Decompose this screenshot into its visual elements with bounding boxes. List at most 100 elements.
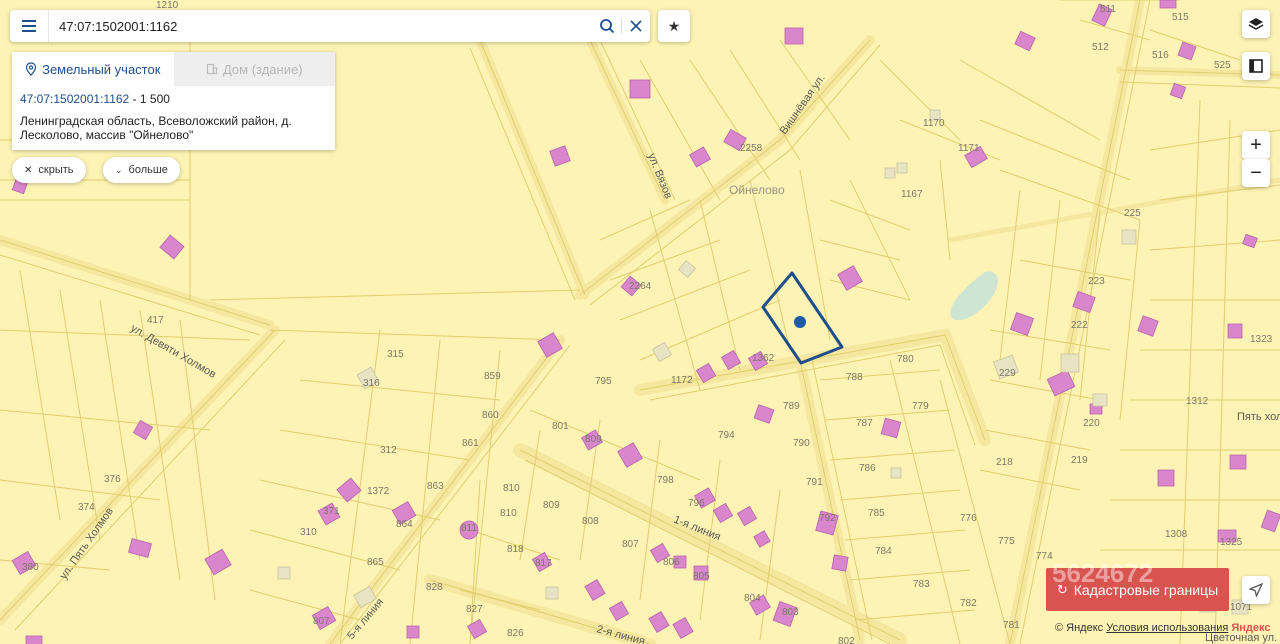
parcel-number: 783: [913, 579, 930, 590]
more-button[interactable]: ⌄ больше: [103, 157, 180, 183]
parcel-number: 791: [806, 477, 823, 488]
ruler-icon: [1249, 59, 1263, 73]
parcel-number: 516: [1152, 50, 1169, 61]
parcel-number: 780: [897, 354, 914, 365]
parcel-number: 826: [507, 628, 524, 639]
chevron-down-icon: ⌄: [115, 164, 123, 175]
parcel-number: 316: [363, 378, 380, 389]
parcel-info-card: Земельный участок Дом (здание) 47:07:150…: [12, 52, 335, 150]
parcel-number: 1312: [1186, 396, 1209, 407]
parcel-number: 802: [838, 636, 855, 644]
parcel-number: 796: [688, 498, 705, 509]
parcel-number: 827: [466, 604, 483, 615]
parcel-number: 380: [22, 562, 39, 573]
location-pin-icon: [25, 62, 37, 76]
parcel-number: 808: [582, 516, 599, 527]
minus-icon: −: [1250, 161, 1262, 184]
selected-parcel-marker[interactable]: [794, 316, 806, 328]
hamburger-icon: [22, 20, 36, 32]
tab-house[interactable]: Дом (здание): [173, 52, 335, 86]
parcel-number: 861: [462, 438, 479, 449]
parcel-number: 818: [507, 544, 524, 555]
zoom-out-button[interactable]: −: [1242, 159, 1270, 187]
parcel-number: 218: [996, 457, 1013, 468]
tab-land-plot[interactable]: Земельный участок: [12, 52, 174, 86]
close-icon: ✕: [24, 164, 33, 176]
parcel-number: 515: [1172, 12, 1189, 23]
copyright-text: © Яндекс: [1055, 622, 1104, 634]
parcel-number: 811: [461, 523, 477, 534]
tab-house-label: Дом (здание): [222, 61, 303, 77]
parcel-number: 789: [783, 401, 800, 412]
parcel-number: 1362: [752, 353, 775, 364]
place-label: Ойнелово: [729, 183, 785, 197]
watermark: 5624672: [1052, 558, 1154, 588]
parcel-number: 775: [998, 536, 1015, 547]
parcel-number: 864: [396, 519, 413, 530]
parcel-number: 860: [482, 410, 499, 421]
parcel-number: 219: [1071, 455, 1088, 466]
search-button[interactable]: [593, 10, 621, 42]
parcel-number: 374: [78, 502, 95, 513]
parcel-number: 785: [868, 508, 885, 519]
terms-link[interactable]: Условия использования: [1106, 622, 1228, 634]
geolocation-button[interactable]: [1242, 576, 1270, 604]
cadastral-number-link[interactable]: 47:07:1502001:1162: [20, 92, 129, 106]
parcel-number: 804: [744, 593, 761, 604]
parcel-number: 779: [912, 401, 929, 412]
zoom-in-button[interactable]: +: [1242, 131, 1270, 159]
hide-button[interactable]: ✕ скрыть: [12, 157, 86, 183]
street-label-pyat-kholmov-right: Пять хол: [1237, 411, 1280, 423]
parcel-number: 1325: [1220, 537, 1243, 548]
layers-button[interactable]: [1242, 10, 1270, 38]
parcel-number: 376: [104, 474, 121, 485]
parcel-number: 794: [718, 430, 735, 441]
area-separator: -: [129, 92, 140, 106]
parcel-number: 1372: [367, 486, 390, 497]
parcel-details: 47:07:1502001:1162 - 1 500 Ленинградская…: [12, 86, 335, 148]
parcel-number: 801: [552, 421, 569, 432]
tab-land-plot-label: Земельный участок: [42, 61, 161, 77]
parcel-number: 220: [1083, 418, 1100, 429]
parcel-number: 1323: [1250, 334, 1273, 345]
parcel-number: 828: [426, 582, 443, 593]
ruler-button[interactable]: [1242, 52, 1270, 80]
parcel-number: 787: [856, 418, 873, 429]
brand-text: Яндекс: [1231, 622, 1271, 634]
parcel-number: 781: [1003, 620, 1020, 631]
parcel-number: 803: [782, 607, 799, 618]
favorite-button[interactable]: ★: [658, 10, 690, 42]
parcel-number: 809: [543, 500, 560, 511]
parcel-number: 774: [1036, 551, 1053, 562]
parcel-number: 817: [535, 558, 552, 569]
clear-search-button[interactable]: [622, 10, 650, 42]
parcel-number: 223: [1088, 276, 1105, 287]
parcel-number: 795: [595, 376, 612, 387]
parcel-number: 792: [819, 513, 836, 524]
parcel-number: 810: [503, 483, 520, 494]
search-input[interactable]: [49, 11, 593, 41]
parcel-number: 863: [427, 481, 444, 492]
layers-icon: [1248, 18, 1264, 30]
parcel-number: 1308: [1165, 529, 1188, 540]
parcel-number: 511: [1100, 4, 1116, 15]
parcel-number: 512: [1092, 42, 1109, 53]
star-icon: ★: [667, 17, 681, 34]
plus-icon: +: [1250, 133, 1262, 156]
hide-label: скрыть: [38, 164, 74, 176]
parcel-number: 1170: [923, 118, 945, 129]
menu-button[interactable]: [10, 10, 49, 42]
close-icon: [630, 20, 642, 32]
parcel-number: 776: [960, 513, 977, 524]
parcel-number: 310: [300, 527, 317, 538]
parcel-address-line1: Ленинградская область, Всеволожский райо…: [20, 114, 292, 128]
parcel-number: 810: [500, 508, 517, 519]
parcel-number: 788: [846, 372, 863, 383]
parcel-number: 805: [693, 571, 710, 582]
parcel-number: 859: [484, 371, 501, 382]
parcel-number: 1167: [901, 189, 923, 200]
parcel-number: 371: [323, 506, 340, 517]
map-footer: © Яндекс Условия использования Яндекс: [1055, 622, 1271, 634]
parcel-number: 1171: [958, 143, 980, 154]
parcel-number: 417: [147, 315, 164, 326]
